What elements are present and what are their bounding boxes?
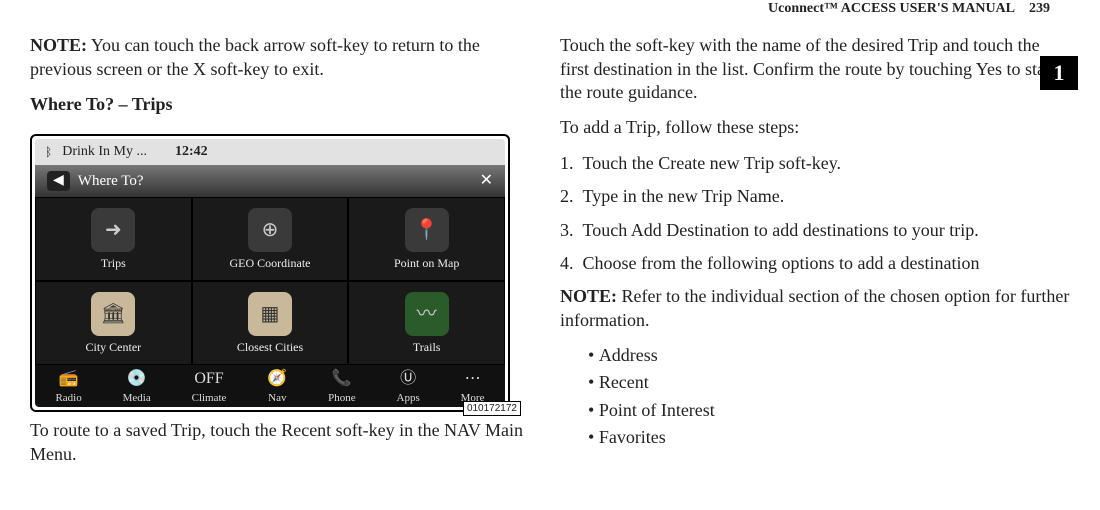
more-icon: ⋯	[465, 369, 481, 390]
note-text: You can touch the back arrow soft-key to…	[30, 35, 480, 78]
grid-item-city-center[interactable]: 🏛 City Center	[35, 281, 192, 365]
note-paragraph: NOTE: You can touch the back arrow soft-…	[30, 34, 525, 81]
bluetooth-icon: ᛒ	[45, 145, 52, 161]
note-label: NOTE:	[30, 35, 87, 55]
climate-icon: OFF	[194, 369, 223, 390]
step-2: 2. Type in the new Trip Name.	[560, 185, 1070, 208]
nav-apps[interactable]: ⓊApps	[397, 369, 420, 405]
bullet-poi: • Point of Interest	[588, 399, 1070, 422]
icon-grid: ➜ Trips ⊕ GEO Coordinate 📍 Point on Map …	[35, 197, 505, 365]
grid-label: GEO Coordinate	[230, 256, 311, 272]
nav-phone[interactable]: 📞Phone	[328, 369, 356, 405]
status-bar: ᛒ Drink In My ... 12:42	[35, 139, 505, 165]
image-number: 010172172	[463, 401, 521, 416]
bullet-favorites: • Favorites	[588, 426, 1070, 449]
grid-label: City Center	[85, 340, 141, 356]
section-heading: Where To? – Trips	[30, 93, 525, 116]
grid-label: Trails	[413, 340, 441, 356]
device-screenshot: ᛒ Drink In My ... 12:42 ◀ Where To? ✕ ➜ …	[30, 134, 510, 412]
grid-label: Trips	[101, 256, 126, 272]
note2-text: Refer to the individual section of the c…	[560, 286, 1069, 329]
nav-more[interactable]: ⋯More	[461, 369, 485, 405]
section-badge: 1	[1040, 56, 1078, 90]
note-2: NOTE: Refer to the individual section of…	[560, 285, 1070, 332]
title-bar: ◀ Where To? ✕	[35, 165, 505, 197]
bottom-nav: 📻Radio 💿Media OFFClimate 🧭Nav 📞Phone ⓊAp…	[35, 365, 505, 407]
media-icon: 💿	[127, 369, 147, 390]
nav-media[interactable]: 💿Media	[123, 369, 151, 405]
status-time: 12:42	[175, 143, 208, 161]
page-number: 239	[1029, 1, 1050, 16]
back-arrow-icon[interactable]: ◀	[47, 171, 70, 191]
grid-label: Point on Map	[394, 256, 459, 272]
point-on-map-icon: 📍	[405, 208, 449, 252]
phone-icon: 📞	[332, 369, 352, 390]
nav-climate[interactable]: OFFClimate	[192, 369, 227, 405]
step-3: 3. Touch Add Destination to add destinat…	[560, 219, 1070, 242]
status-app-name: Drink In My ...	[62, 143, 147, 161]
trails-icon: 〰	[405, 292, 449, 336]
grid-item-trips[interactable]: ➜ Trips	[35, 197, 192, 281]
nav-nav[interactable]: 🧭Nav	[267, 369, 287, 405]
geo-icon: ⊕	[248, 208, 292, 252]
trips-icon: ➜	[91, 208, 135, 252]
bullet-address: • Address	[588, 344, 1070, 367]
nav-icon: 🧭	[267, 369, 287, 390]
nav-radio[interactable]: 📻Radio	[55, 369, 81, 405]
grid-item-trails[interactable]: 〰 Trails	[348, 281, 505, 365]
close-icon[interactable]: ✕	[480, 171, 493, 192]
grid-item-point-on-map[interactable]: 📍 Point on Map	[348, 197, 505, 281]
city-center-icon: 🏛	[91, 292, 135, 336]
step-1: 1. Touch the Create new Trip soft-key.	[560, 152, 1070, 175]
grid-item-geo[interactable]: ⊕ GEO Coordinate	[192, 197, 349, 281]
title-bar-text: Where To?	[78, 172, 144, 192]
grid-item-closest-cities[interactable]: ▦ Closest Cities	[192, 281, 349, 365]
radio-icon: 📻	[59, 369, 79, 390]
manual-title: Uconnect™ ACCESS USER'S MANUAL	[768, 1, 1015, 16]
grid-label: Closest Cities	[237, 340, 303, 356]
step-4: 4. Choose from the following options to …	[560, 252, 1070, 275]
paragraph-2: To add a Trip, follow these steps:	[560, 116, 1070, 139]
paragraph-1: Touch the soft-key with the name of the …	[560, 34, 1070, 104]
image-caption: To route to a saved Trip, touch the Rece…	[30, 419, 525, 466]
apps-icon: Ⓤ	[400, 369, 416, 390]
note2-label: NOTE:	[560, 286, 617, 306]
closest-cities-icon: ▦	[248, 292, 292, 336]
bullet-recent: • Recent	[588, 371, 1070, 394]
